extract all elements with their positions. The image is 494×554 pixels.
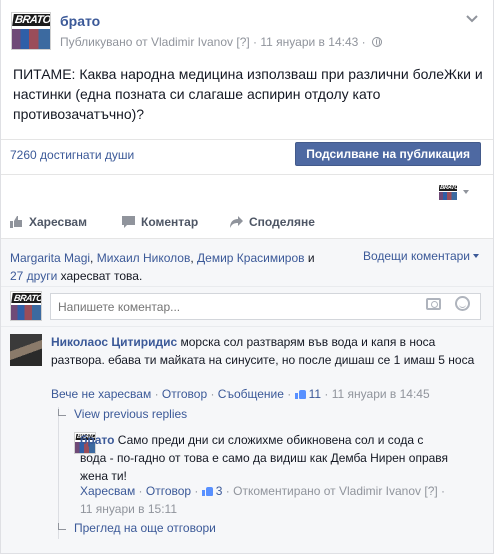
sep: · [135, 484, 146, 498]
sep: · [321, 387, 332, 401]
comment-action[interactable]: Коментар [122, 215, 198, 229]
share-icon [230, 216, 243, 228]
liker-2[interactable]: Михаил Николов [97, 251, 191, 265]
act-as-avatar[interactable]: BRATO [439, 185, 457, 200]
camera-icon[interactable] [426, 298, 441, 310]
chevron-down-icon[interactable] [465, 14, 479, 24]
page-name[interactable]: брато [60, 13, 100, 29]
unlike-button[interactable]: Вече не харесвам [51, 387, 151, 401]
reply-reply-button[interactable]: Отговор [146, 484, 191, 498]
comment-input[interactable] [50, 293, 481, 320]
composer-avatar-photo [11, 304, 41, 320]
sep: · [191, 484, 202, 498]
comment-time[interactable]: 11 януари в 14:45 [332, 387, 430, 401]
more-replies-label: Преглед на още отговори [74, 521, 216, 535]
sep: · [207, 387, 218, 401]
like-icon [294, 388, 307, 399]
comment-actions: Вече не харесвам · Отговор · Съобщение ·… [51, 385, 430, 403]
like-action-label: Харесвам [29, 215, 87, 229]
sep: , [190, 251, 198, 265]
sep: , [90, 251, 97, 265]
post-timestamp[interactable]: 11 януари в 14:43 [260, 35, 358, 49]
view-previous-replies[interactable]: View previous replies [58, 407, 187, 421]
published-by[interactable]: Публикувано от Vladimir Ivanov [60, 35, 233, 49]
likes-suffix: харесват това. [57, 269, 143, 283]
likers-text: Margarita Magi, Михаил Николов, Демир Кр… [10, 249, 330, 285]
and-text: и [304, 251, 315, 265]
reply-text: Само преди дни си сложихме обикновена со… [80, 433, 449, 483]
comment-like-count[interactable]: 11 [294, 387, 322, 401]
comment-body: Николаос Цитиридис морска сол разтварям … [51, 333, 481, 369]
mini-brand-logo: BRATO [439, 185, 457, 191]
boost-post-button[interactable]: Подсилване на публикация [295, 142, 481, 166]
share-action-label: Споделяне [249, 215, 315, 229]
caret-down-icon[interactable] [463, 190, 469, 194]
reply-author[interactable]: брато [80, 433, 114, 447]
likes-summary: Margarita Magi, Михаил Николов, Демир Кр… [1, 238, 493, 286]
composer-brand-logo: BRATO [11, 293, 41, 303]
reply-arrow-icon [58, 523, 66, 530]
comment-sort-dropdown[interactable]: Водещи коментари [363, 249, 479, 263]
sort-label: Водещи коментари [362, 249, 470, 263]
post-text: ПИТАМЕ: Каква народна медицина използваш… [13, 66, 483, 122]
liker-3[interactable]: Демир Красимиров [197, 251, 304, 265]
share-action[interactable]: Споделяне [230, 215, 315, 229]
thread-line [58, 407, 59, 539]
view-previous-label: View previous replies [74, 407, 188, 421]
reach-bar: 7260 достигнати души Подсилване на публи… [1, 139, 493, 175]
help-marker[interactable]: [?] [236, 35, 249, 49]
thumbs-up-icon [10, 216, 23, 228]
meta-dot-2: · [361, 35, 366, 49]
help-marker[interactable]: [?] [424, 484, 437, 498]
more-replies-link[interactable]: Преглед на още отговори [58, 521, 216, 535]
commenter-avatar[interactable] [10, 334, 42, 366]
mini-avatar-photo [439, 191, 457, 200]
reply-like-button[interactable]: Харесвам [80, 484, 135, 498]
like-icon [201, 485, 214, 496]
reply-like-count[interactable]: 3 [201, 484, 222, 498]
emoji-icon[interactable] [455, 296, 470, 311]
caret-down-icon [473, 254, 479, 258]
post-card: BRATO брато Публикувано от Vladimir Ivan… [0, 0, 494, 554]
reply-button[interactable]: Отговор [162, 387, 207, 401]
post-actions: Харесвам Коментар Споделяне [1, 212, 493, 234]
post-meta: Публикувано от Vladimir Ivanov [?] · 11 … [60, 35, 382, 49]
reply-actions: Харесвам · Отговор · 3 · Откоментирано о… [80, 482, 460, 518]
comment-icon [122, 216, 135, 228]
comments-section: Николаос Цитиридис морска сол разтварям … [1, 326, 493, 553]
edited-by: Откоментирано от Vladimir Ivanov [233, 484, 422, 498]
globe-icon[interactable] [371, 37, 382, 47]
reply-arrow-icon [58, 409, 66, 416]
reach-count[interactable]: 7260 достигнати души [10, 148, 134, 162]
brand-logo: BRATO [12, 14, 50, 26]
sep: · [437, 484, 446, 498]
comment-composer: BRATO [1, 286, 493, 326]
composer-avatar: BRATO [10, 291, 42, 321]
like-count: 11 [308, 387, 322, 401]
reply-time[interactable]: 11 януари в 15:11 [80, 502, 177, 516]
comment-action-label: Коментар [141, 215, 199, 229]
comment-author[interactable]: Николаос Цитиридис [51, 335, 177, 349]
liker-1[interactable]: Margarita Magi [10, 251, 90, 265]
others-link[interactable]: 27 други [10, 269, 57, 283]
meta-dot: · [253, 35, 258, 49]
reply-body: брато Само преди дни си сложихме обикнов… [80, 431, 450, 485]
sep: · [151, 387, 162, 401]
avatar-photo [12, 29, 50, 49]
message-button[interactable]: Съобщение [218, 387, 284, 401]
sep: · [283, 387, 295, 401]
page-avatar[interactable]: BRATO [11, 12, 51, 50]
like-action[interactable]: Харесвам [10, 215, 87, 229]
sep: · [222, 484, 234, 498]
